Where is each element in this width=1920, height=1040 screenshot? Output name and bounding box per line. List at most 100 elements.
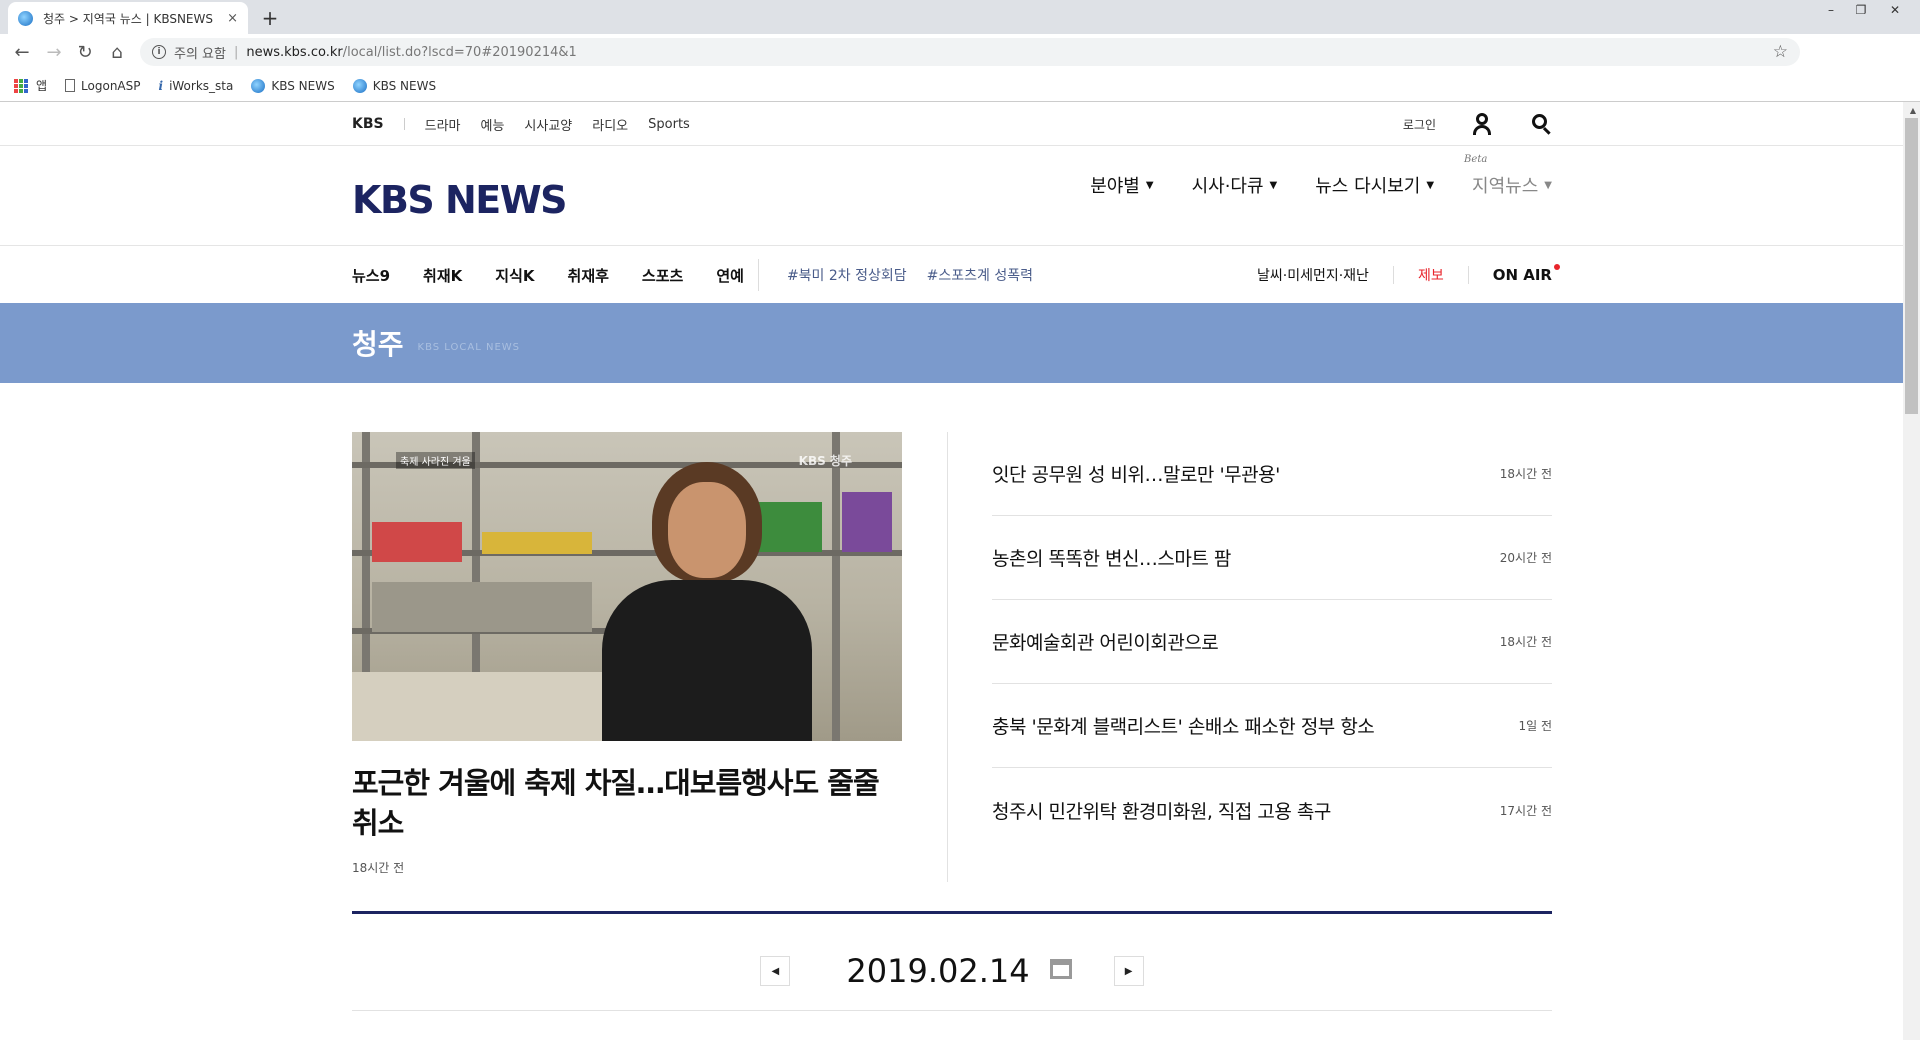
bookmark-iworks[interactable]: i iWorks_sta [159,79,234,93]
restore-button[interactable]: ❐ [1846,0,1876,20]
home-icon[interactable]: ⌂ [105,40,129,64]
reload-icon[interactable]: ↻ [73,40,97,64]
util-link-current-affairs[interactable]: 시사교양 [524,115,572,134]
featured-article[interactable]: 축제 사라진 겨울 KBS 청주 포근한 겨울에 축제 차질…대보름행사도 줄줄… [352,432,902,876]
caret-down-icon: ▼ [1544,179,1552,191]
prev-date-button[interactable]: ◀ [760,956,791,986]
tab-title: 청주 > 지역국 뉴스 | KBSNEWS [43,11,213,26]
subnav-entertainment[interactable]: 연예 [716,265,744,286]
shelf-post [832,432,840,741]
page-viewport: KBS 드라마 예능 시사교양 라디오 Sports 로그인 KBS NEWS … [0,102,1920,1040]
back-icon[interactable]: ← [10,40,34,64]
main-nav: 분야별 ▼ 시사·다큐 ▼ 뉴스 다시보기 ▼ Beta 지역뉴스 ▼ [1052,154,1552,198]
bookmark-logonasp[interactable]: LogonASP [65,79,141,93]
region-subtitle: KBS LOCAL NEWS [417,341,520,353]
list-item-title[interactable]: 잇단 공무원 성 비위…말로만 '무관용' [992,460,1280,487]
list-item[interactable]: 문화예술회관 어린이회관으로 18시간 전 [992,600,1552,684]
kbs-favicon-icon [251,78,266,93]
kbs-favicon-icon [18,10,33,26]
browser-toolbar: ← → ↻ ⌂ i 주의 요함 | news.kbs.co.kr/local/l… [0,34,1920,94]
bookmark-label: 앱 [36,79,48,93]
address-bar[interactable]: i 주의 요함 | news.kbs.co.kr/local/list.do?l… [140,38,1800,66]
body [602,580,812,741]
face [668,482,746,578]
list-item-time: 18시간 전 [1499,635,1552,649]
util-link-radio[interactable]: 라디오 [592,115,628,134]
nav-local-news[interactable]: Beta 지역뉴스 ▼ [1464,154,1552,198]
section-rule [352,911,1552,914]
login-link[interactable]: 로그인 [1403,116,1436,133]
interviewee-figure [602,462,812,741]
shelf-goods [372,582,592,632]
util-link-entertainment[interactable]: 예능 [481,115,505,134]
iworks-icon: i [158,78,164,93]
shelf-goods [372,522,462,562]
bookmark-apps[interactable]: 앱 [14,77,47,94]
featured-thumbnail[interactable]: 축제 사라진 겨울 KBS 청주 [352,432,902,741]
bookmark-kbs-news-2[interactable]: KBS NEWS [352,78,437,93]
browser-tab[interactable]: 청주 > 지역국 뉴스 | KBSNEWS × [8,2,248,34]
nav-news-replay[interactable]: 뉴스 다시보기 ▼ [1315,172,1434,198]
featured-title[interactable]: 포근한 겨울에 축제 차질…대보름행사도 줄줄 취소 [352,763,902,843]
list-item-title[interactable]: 충북 '문화계 블랙리스트' 손배소 패소한 정부 항소 [992,712,1375,739]
new-tab-button[interactable]: + [256,4,284,32]
nav-documentary[interactable]: 시사·다큐 ▼ [1192,172,1278,198]
date-navigator: ◀ 2019.02.14 ▶ [352,940,1552,1002]
next-date-button[interactable]: ▶ [1113,956,1144,986]
subnav-knowledge-k[interactable]: 지식K [495,265,534,286]
user-icon[interactable] [1472,113,1492,135]
close-window-button[interactable]: ✕ [1880,0,1910,20]
search-icon[interactable] [1532,114,1552,134]
list-item[interactable]: 청주시 민간위탁 환경미화원, 직접 고용 촉구 17시간 전 [992,768,1552,852]
list-item[interactable]: 충북 '문화계 블랙리스트' 손배소 패소한 정부 항소 1일 전 [992,684,1552,768]
weather-link[interactable]: 날씨·미세먼지·재난 [1257,265,1369,285]
news-list: 잇단 공무원 성 비위…말로만 '무관용' 18시간 전 농촌의 똑똑한 변신…… [992,432,1552,852]
kbs-news-logo[interactable]: KBS NEWS [352,178,568,222]
bookmark-kbs-news-1[interactable]: KBS NEWS [251,78,335,93]
caret-down-icon: ▼ [1145,179,1154,191]
subnav-sports[interactable]: 스포츠 [642,265,683,286]
list-item[interactable]: 농촌의 똑똑한 변신…스마트 팜 20시간 전 [992,516,1552,600]
on-air-link[interactable]: ON AIR [1492,264,1560,284]
list-item-time: 20시간 전 [1499,551,1552,565]
tab-close-icon[interactable]: × [227,11,238,26]
region-banner: 청주 KBS LOCAL NEWS [0,303,1903,383]
subnav-after-report[interactable]: 취재후 [568,265,609,286]
on-air-label: ON AIR [1492,266,1552,284]
kbs-home-link[interactable]: KBS [352,116,384,132]
util-link-drama[interactable]: 드라마 [425,115,461,134]
report-tip-link[interactable]: 제보 [1418,265,1444,285]
tab-strip: 청주 > 지역국 뉴스 | KBSNEWS × + – ❐ ✕ [0,0,1920,34]
util-link-sports[interactable]: Sports [648,117,690,132]
bookmark-label: KBS NEWS [372,78,437,93]
scroll-up-icon[interactable]: ▲ [1910,106,1916,115]
scroll-thumb[interactable] [1905,118,1918,414]
page-scrollbar[interactable]: ▲ [1903,102,1920,1040]
subnav-news9[interactable]: 뉴스9 [352,265,390,286]
list-item-title[interactable]: 문화예술회관 어린이회관으로 [992,628,1219,655]
column-divider [947,432,948,882]
info-icon[interactable]: i [152,45,166,59]
forward-icon[interactable]: → [42,40,66,64]
subnav-report-k[interactable]: 취재K [423,265,462,286]
bookmark-label: KBS NEWS [271,78,335,93]
list-item-title[interactable]: 청주시 민간위탁 환경미화원, 직접 고용 촉구 [992,797,1331,824]
thumbnail-caption: 축제 사라진 겨울 [396,452,475,469]
hashtag-summit[interactable]: #북미 2차 정상회담 [787,265,907,285]
address-separator: | [233,44,239,60]
kbs-favicon-icon [352,78,367,93]
live-dot-icon [1554,264,1560,270]
list-item-time: 17시간 전 [1499,803,1552,818]
list-item[interactable]: 잇단 공무원 성 비위…말로만 '무관용' 18시간 전 [992,432,1552,516]
hashtag-sports-assault[interactable]: #스포츠계 성폭력 [927,265,1033,285]
minimize-button[interactable]: – [1816,0,1846,20]
calendar-icon[interactable] [1049,959,1072,979]
region-title: 청주 [352,328,404,361]
nav-label: 뉴스 다시보기 [1315,176,1421,197]
list-item-title[interactable]: 농촌의 똑똑한 변신…스마트 팜 [992,544,1231,571]
divider [1467,266,1469,284]
current-date: 2019.02.14 [846,952,1030,990]
security-warning: 주의 요함 [174,46,226,62]
nav-by-field[interactable]: 분야별 ▼ [1090,172,1153,198]
bookmark-star-icon[interactable]: ☆ [1773,42,1788,62]
